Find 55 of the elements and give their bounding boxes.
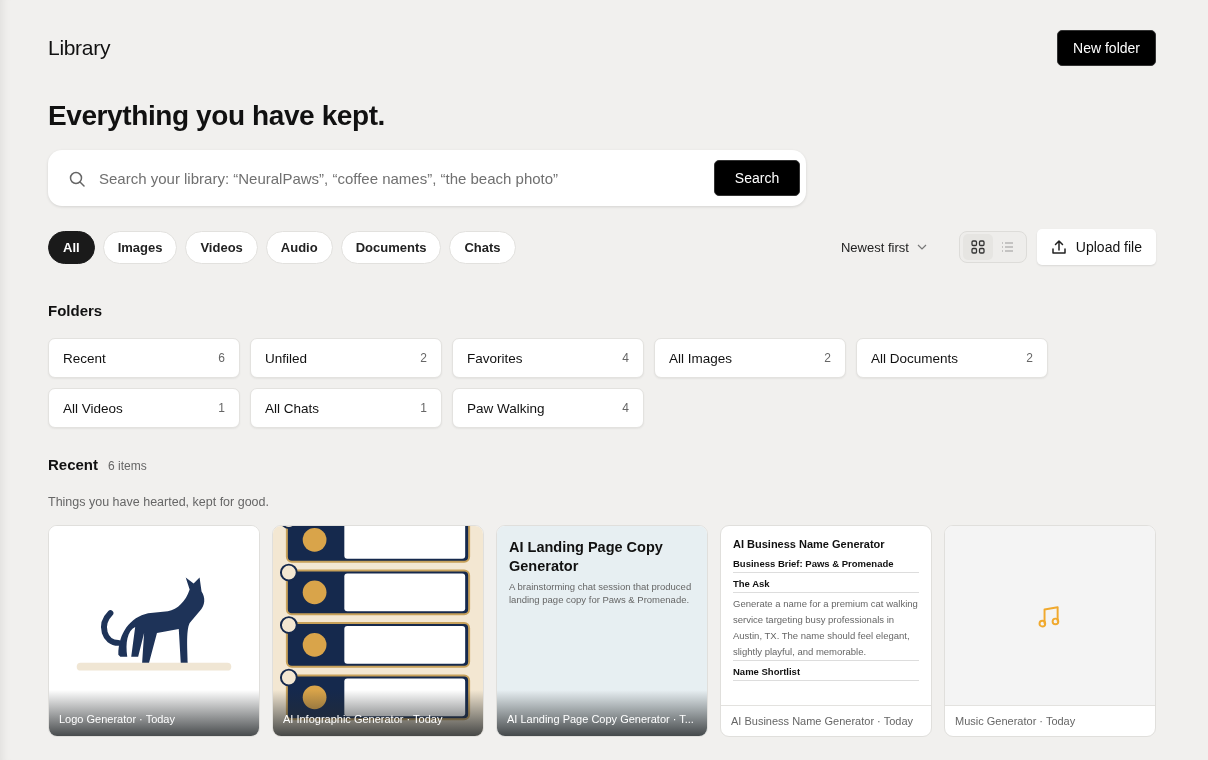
filter-tab[interactable]: Chats xyxy=(449,230,516,264)
upload-icon xyxy=(1050,239,1067,255)
grid-icon xyxy=(970,240,985,254)
section-title: Recent xyxy=(48,456,99,473)
folder-tile[interactable]: Recent 6 xyxy=(48,338,240,378)
folder-count: 2 xyxy=(1026,351,1033,365)
item-count: 6 items xyxy=(108,459,147,473)
folder-tile[interactable]: All Documents 2 xyxy=(856,338,1048,378)
document-heading: Name Shortlist xyxy=(733,664,919,681)
folder-count: 2 xyxy=(420,351,427,365)
chevron-down-icon xyxy=(916,244,927,250)
filter-tab[interactable]: Videos xyxy=(185,230,258,264)
document-text: Generate a name for a premium cat walking service targeting busy professionals in Austin, TX. The name should feel elegant, slightly playful, and memorable. xyxy=(733,596,919,661)
upload-file-button[interactable]: Upload file xyxy=(1036,229,1156,265)
filter-tab[interactable]: All xyxy=(48,230,95,264)
folder-count: 2 xyxy=(824,351,831,365)
new-folder-button[interactable]: New folder xyxy=(1057,30,1156,66)
grid-view-button[interactable] xyxy=(962,234,993,260)
section-subtitle: Things you have hearted, kept for good. xyxy=(48,495,270,509)
library-card[interactable]: AI Landing Page Copy Generator A brainstorming chat session that produced landing page copy for Paws & Promenade. AI Landing Page Copy Generator · T... xyxy=(496,525,708,737)
card-caption: Logo Generator · Today xyxy=(59,713,175,725)
card-caption: Music Generator · Today xyxy=(945,705,1155,736)
folder-tile[interactable]: All Images 2 xyxy=(654,338,846,378)
document-heading: Business Brief: Paws & Promenade xyxy=(733,556,919,573)
folder-count: 1 xyxy=(218,401,225,415)
sort-dropdown[interactable]: Newest first xyxy=(834,238,933,256)
search-icon xyxy=(68,169,85,187)
folder-count: 4 xyxy=(622,401,629,415)
search-field[interactable]: Search your library: “NeuralPaws”, “coffee names”, “the beach photo” Search xyxy=(48,150,806,206)
card-caption: AI Landing Page Copy Generator · T... xyxy=(507,713,694,725)
document-title: AI Business Name Generator xyxy=(733,538,886,550)
folder-tile[interactable]: All Videos 1 xyxy=(48,388,240,428)
folder-tile[interactable]: Favorites 4 xyxy=(452,338,644,378)
folder-tile[interactable]: All Chats 1 xyxy=(250,388,442,428)
section-title: Folders xyxy=(48,302,104,319)
card-caption: AI Business Name Generator · Today xyxy=(721,705,931,736)
folder-tile[interactable]: Paw Walking 4 xyxy=(452,388,644,428)
library-card[interactable]: Music Generator · Today xyxy=(944,525,1156,737)
filter-tab[interactable]: Images xyxy=(102,230,178,264)
library-card[interactable] xyxy=(720,525,932,737)
page-title: Library xyxy=(48,36,111,60)
card-title: AI Landing Page Copy Generator xyxy=(509,538,664,576)
folder-count: 1 xyxy=(420,401,427,415)
card-description: A brainstorming chat session that produced landing page copy for Paws & Promenade. xyxy=(509,580,693,606)
library-card[interactable]: AI Infographic Generator · Today xyxy=(272,525,484,737)
document-heading: The Ask xyxy=(733,576,919,593)
folder-count: 4 xyxy=(622,351,629,365)
card-caption: AI Infographic Generator · Today xyxy=(283,713,443,725)
filter-tab[interactable]: Documents xyxy=(340,230,442,264)
filter-tab[interactable]: Audio xyxy=(265,230,333,264)
folder-tile[interactable]: Unfiled 2 xyxy=(250,338,442,378)
folder-count: 6 xyxy=(218,351,225,365)
headline: Everything you have kept. xyxy=(48,100,386,132)
search-button[interactable]: Search xyxy=(714,160,800,196)
list-icon xyxy=(1001,241,1015,253)
